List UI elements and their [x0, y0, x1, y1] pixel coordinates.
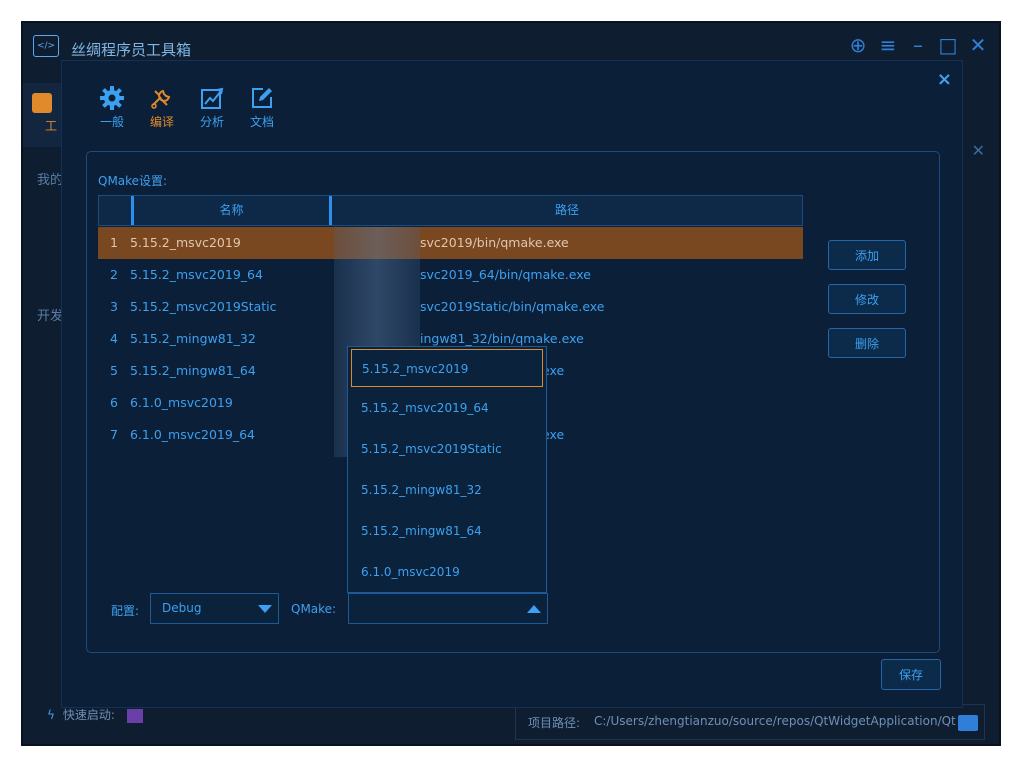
tab-analysis[interactable]: 分析: [196, 85, 228, 130]
row-name: 6.1.0_msvc2019_64: [130, 427, 255, 442]
row-index: 2: [110, 267, 118, 282]
table-row[interactable]: 3 5.15.2_msvc2019Static svc2019Static/bi…: [98, 291, 803, 323]
left-nav-tab[interactable]: 工: [23, 83, 61, 147]
table-row[interactable]: 1 5.15.2_msvc2019 svc2019/bin/qmake.exe: [98, 227, 803, 259]
table-header: 名称 路径: [98, 195, 803, 226]
folder-icon[interactable]: [958, 715, 978, 731]
chevron-up-icon: [527, 605, 541, 613]
close-icon[interactable]: ✕: [967, 33, 989, 57]
toolbox-icon: [32, 93, 52, 113]
dialog-close-icon[interactable]: ×: [937, 69, 952, 90]
column-header-name[interactable]: 名称: [134, 196, 329, 225]
quick-launch: ϟ 快速启动:: [47, 706, 143, 723]
qmake-settings-label: QMake设置:: [98, 174, 168, 188]
row-name: 5.15.2_msvc2019Static: [130, 299, 277, 314]
row-path: svc2019_64/bin/qmake.exe: [420, 267, 591, 282]
row-index: 1: [110, 235, 118, 250]
dropdown-option[interactable]: 5.15.2_msvc2019: [351, 349, 543, 387]
project-path-bar: 项目路径: C:/Users/zhengtianzuo/source/repos…: [515, 704, 985, 740]
config-select[interactable]: Debug: [150, 593, 279, 624]
row-index: 7: [110, 427, 118, 442]
column-header-path[interactable]: 路径: [332, 196, 802, 225]
menu-icon[interactable]: ≡: [877, 33, 899, 57]
edit-icon: [252, 88, 272, 108]
row-index: 6: [110, 395, 118, 410]
dropdown-option[interactable]: 6.1.0_msvc2019: [351, 553, 543, 591]
row-path: svc2019Static/bin/qmake.exe: [420, 299, 605, 314]
project-path-label: 项目路径:: [528, 716, 581, 730]
qmake-dropdown-list: 5.15.2_msvc2019 5.15.2_msvc2019_64 5.15.…: [347, 346, 547, 593]
quick-launch-label: 快速启动:: [62, 708, 115, 722]
bg-section-label: 我的: [37, 173, 64, 188]
tab-analysis-label: 分析: [199, 115, 224, 129]
row-index: 3: [110, 299, 118, 314]
add-button[interactable]: 添加: [828, 240, 906, 270]
gear-icon: [100, 86, 124, 110]
dropdown-option[interactable]: 5.15.2_mingw81_32: [351, 471, 543, 509]
delete-button[interactable]: 删除: [828, 328, 906, 358]
globe-icon[interactable]: ⊕: [847, 33, 869, 57]
chart-icon: [201, 87, 224, 109]
row-path: svc2019/bin/qmake.exe: [420, 235, 569, 250]
minimize-icon[interactable]: –: [907, 33, 929, 57]
tab-general-label: 一般: [99, 115, 124, 129]
row-name: 5.15.2_msvc2019_64: [130, 267, 263, 282]
visual-studio-icon[interactable]: [126, 708, 143, 723]
tab-build-label: 编译: [149, 115, 174, 129]
maximize-icon[interactable]: □: [937, 33, 959, 57]
row-name: 5.15.2_mingw81_64: [130, 363, 256, 378]
panel-close-icon[interactable]: ✕: [972, 141, 985, 160]
bg-section-label: 开发: [37, 309, 64, 324]
qmake-select[interactable]: [348, 593, 548, 624]
project-path-value[interactable]: C:/Users/zhengtianzuo/source/repos/QtWid…: [594, 714, 956, 728]
dropdown-option[interactable]: 5.15.2_msvc2019Static: [351, 430, 543, 468]
app-title: 丝绸程序员工具箱: [71, 41, 192, 59]
tab-general[interactable]: 一般: [96, 85, 128, 130]
settings-dialog: × 一般 编译 分析 文档 QMake设置: 名称 路径 1 5.15.2_ms…: [61, 60, 963, 708]
save-button[interactable]: 保存: [881, 659, 941, 690]
table-row[interactable]: 2 5.15.2_msvc2019_64 svc2019_64/bin/qmak…: [98, 259, 803, 291]
tab-build[interactable]: 编译: [146, 85, 178, 130]
dropdown-option[interactable]: 5.15.2_msvc2019_64: [351, 389, 543, 427]
qmake-select-label: QMake:: [291, 602, 337, 616]
config-label: 配置:: [111, 604, 140, 618]
app-logo-icon: </>: [33, 35, 59, 57]
row-name: 5.15.2_msvc2019: [130, 235, 241, 250]
left-tab-label: 工: [45, 119, 58, 133]
window-controls: ⊕ ≡ – □ ✕: [847, 33, 989, 57]
settings-tabs: 一般 编译 分析 文档: [96, 85, 278, 130]
row-name: 6.1.0_msvc2019: [130, 395, 233, 410]
config-select-value: Debug: [162, 601, 202, 615]
chevron-down-icon: [258, 605, 272, 613]
wrench-icon: [151, 89, 171, 109]
dropdown-option[interactable]: 5.15.2_mingw81_64: [351, 512, 543, 550]
row-index: 5: [110, 363, 118, 378]
modify-button[interactable]: 修改: [828, 284, 906, 314]
row-index: 4: [110, 331, 118, 346]
tab-docs[interactable]: 文档: [246, 85, 278, 130]
tab-docs-label: 文档: [249, 115, 274, 129]
row-name: 5.15.2_mingw81_32: [130, 331, 256, 346]
bolt-icon: ϟ: [47, 708, 55, 722]
